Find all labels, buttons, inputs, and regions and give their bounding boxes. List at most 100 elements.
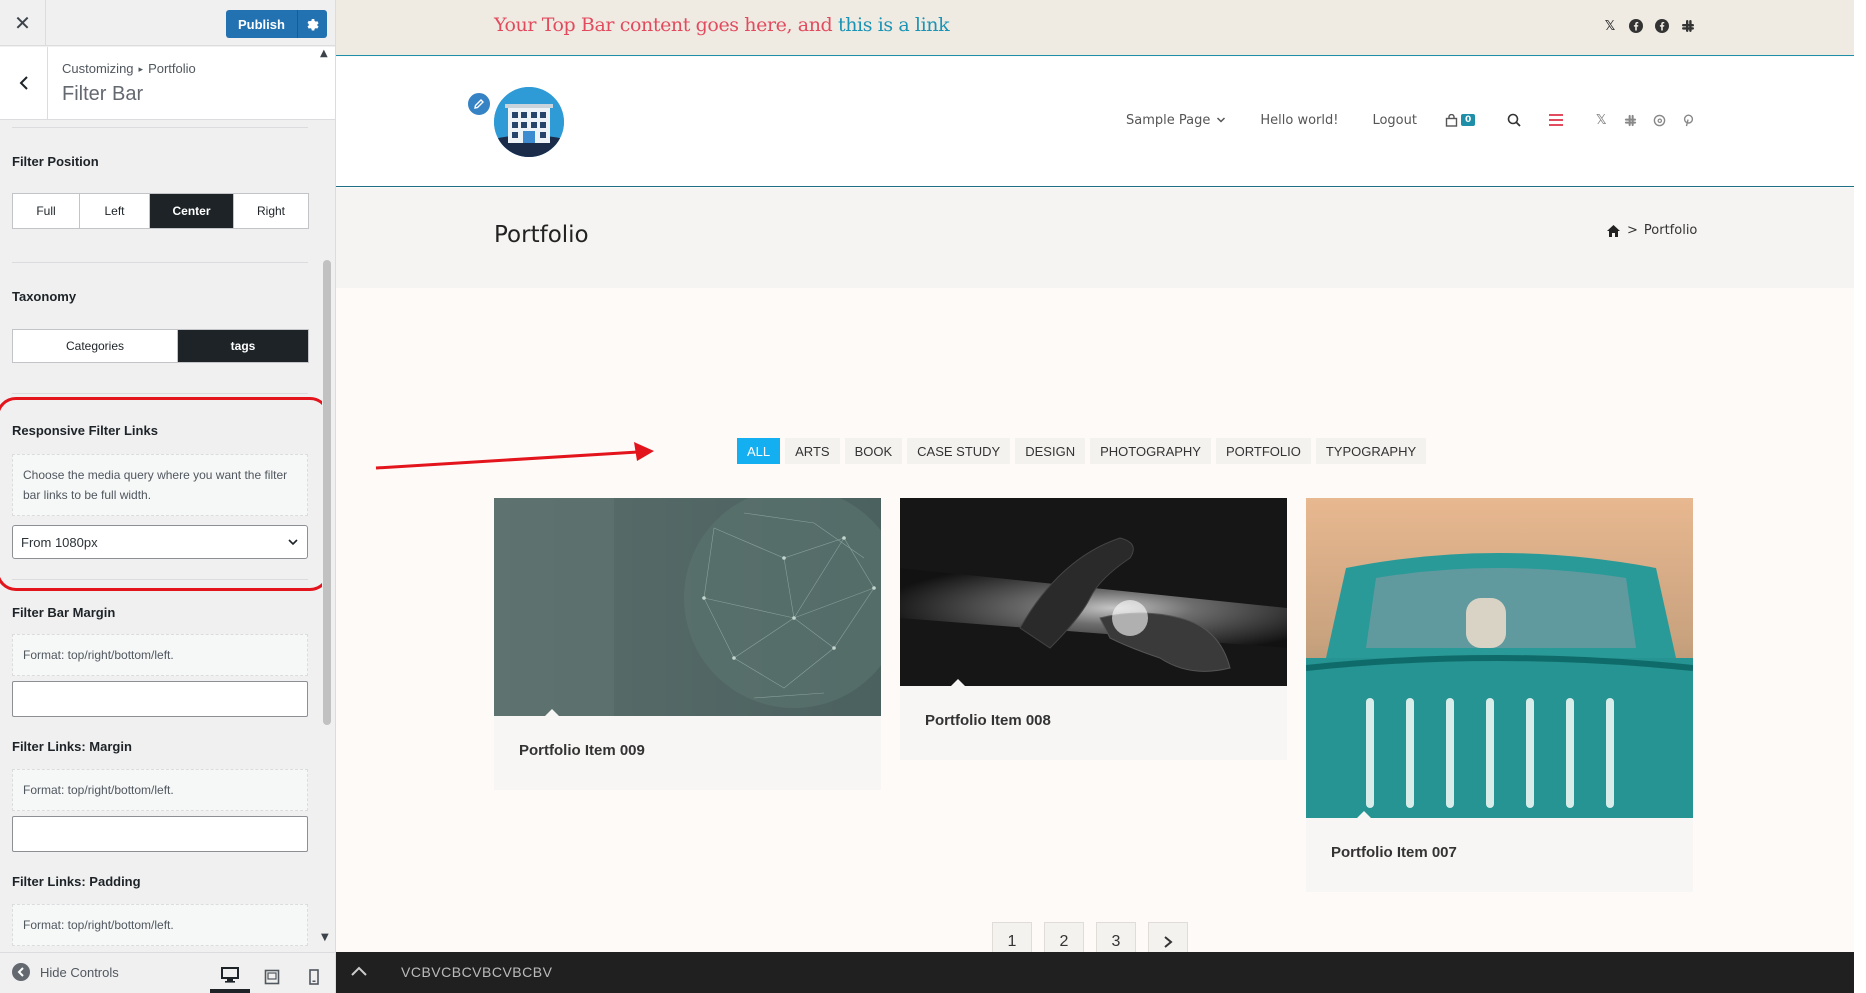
portfolio-item-card[interactable]: Portfolio Item 009 [494, 498, 881, 790]
portfolio-item-title[interactable]: Portfolio Item 009 [519, 742, 645, 759]
chevron-down-icon [1217, 117, 1226, 123]
chevron-right-icon [1164, 936, 1173, 948]
taxonomy-label: Taxonomy [12, 289, 77, 304]
filter-link-all[interactable]: ALL [737, 438, 781, 464]
filter-link-book[interactable]: BOOK [844, 438, 903, 464]
filter-link-photography[interactable]: PHOTOGRAPHY [1090, 438, 1211, 464]
publish-button[interactable]: Publish [226, 10, 297, 38]
bottom-bar-text: VCBVCBCVBCVBCBV [401, 964, 553, 980]
filter-link-typography[interactable]: TYPOGRAPHY [1315, 438, 1427, 464]
x-icon[interactable]: 𝕏 [1602, 18, 1618, 34]
bottom-bar: VCBVCBCVBCVBCBV [336, 952, 1854, 993]
top-bar-social: 𝕏 [1602, 18, 1696, 34]
filter-link-case-study[interactable]: CASE STUDY [907, 438, 1011, 464]
chevron-left-icon [19, 76, 28, 90]
shopping-bag-icon [1445, 113, 1458, 127]
page-header: Portfolio > Portfolio [336, 188, 1854, 288]
back-button[interactable] [0, 47, 48, 119]
filter-link-portfolio[interactable]: PORTFOLIO [1215, 438, 1311, 464]
publish-group: Publish [226, 10, 327, 38]
scroll-down-arrow[interactable]: ▼ [321, 932, 329, 943]
top-bar-link[interactable]: this is a link [838, 14, 950, 36]
site-logo[interactable] [494, 87, 564, 157]
close-icon: ✕ [14, 11, 31, 35]
search-icon [1507, 113, 1521, 127]
pencil-icon [474, 99, 484, 109]
filter-links-padding-description: Format: top/right/bottom/left. [12, 904, 308, 946]
filter-bar-margin-label: Filter Bar Margin [12, 605, 116, 620]
filter-link-design[interactable]: DESIGN [1015, 438, 1086, 464]
preview-tablet-button[interactable] [252, 961, 292, 993]
card-notch [950, 679, 966, 686]
slack-icon[interactable] [1680, 18, 1696, 34]
hamburger-icon [1549, 114, 1564, 126]
scroll-up-arrow[interactable]: ▲ [320, 48, 328, 59]
portfolio-item-title[interactable]: Portfolio Item 008 [925, 712, 1051, 729]
portfolio-filter-bar: ALL ARTS BOOK CASE STUDY DESIGN PHOTOGRA… [737, 438, 1427, 464]
breadcrumb-separator: > [1627, 223, 1638, 238]
annotation-arrow [375, 442, 654, 470]
x-icon[interactable]: 𝕏 [1593, 112, 1609, 128]
home-icon[interactable] [1606, 224, 1621, 238]
taxonomy-tags[interactable]: tags [178, 330, 308, 362]
desktop-icon [221, 967, 239, 983]
preview-desktop-button[interactable] [210, 961, 250, 993]
close-customizer-button[interactable]: ✕ [0, 0, 46, 46]
filter-links-margin-input[interactable] [12, 816, 308, 852]
vintage-car-image [1306, 498, 1693, 818]
card-notch [544, 709, 560, 716]
building-icon [494, 87, 564, 157]
cart-button[interactable]: 0 [1445, 113, 1476, 127]
top-bar: Your Top Bar content goes here, and this… [336, 0, 1854, 56]
edit-logo-button[interactable] [466, 91, 492, 117]
portfolio-item-card[interactable]: Portfolio Item 007 [1306, 498, 1693, 892]
section-title: Filter Bar [62, 83, 144, 105]
section-header: Customizing ▸ Portfolio Filter Bar [0, 47, 335, 120]
nav-item-hello-world[interactable]: Hello world! [1260, 113, 1338, 128]
filter-position-right[interactable]: Right [234, 194, 308, 228]
threads-icon[interactable] [1651, 112, 1667, 128]
tablet-icon [264, 969, 280, 985]
customizer-breadcrumb: Customizing ▸ Portfolio [62, 61, 196, 76]
divider [12, 127, 308, 128]
slack-icon[interactable] [1622, 112, 1638, 128]
collapse-icon [12, 963, 30, 981]
divider [12, 393, 308, 394]
breadcrumb-separator: ▸ [138, 64, 144, 74]
menu-button[interactable] [1549, 114, 1564, 126]
nav-item-label: Sample Page [1126, 112, 1211, 128]
top-bar-content: Your Top Bar content goes here, and this… [494, 14, 950, 36]
cart-count-badge: 0 [1460, 114, 1476, 126]
portfolio-item-image[interactable] [494, 498, 881, 716]
mobile-icon [309, 969, 319, 985]
portfolio-item-image[interactable] [900, 498, 1287, 686]
customizer-footer: Hide Controls [0, 952, 335, 993]
facebook-icon[interactable] [1628, 18, 1644, 34]
card-notch [1356, 811, 1372, 818]
nav-item-logout[interactable]: Logout [1372, 113, 1417, 128]
nav-item-sample-page[interactable]: Sample Page [1126, 113, 1226, 128]
filter-position-center[interactable]: Center [150, 194, 234, 228]
search-button[interactable] [1507, 113, 1521, 127]
filter-position-full[interactable]: Full [13, 194, 80, 228]
facebook-icon[interactable] [1654, 18, 1670, 34]
filter-links-margin-description: Format: top/right/bottom/left. [12, 769, 308, 811]
filter-position-left[interactable]: Left [80, 194, 150, 228]
page-breadcrumb: > Portfolio [1606, 223, 1697, 238]
preview-mobile-button[interactable] [294, 961, 334, 993]
filter-bar-margin-input[interactable] [12, 681, 308, 717]
filter-links-padding-label: Filter Links: Padding [12, 874, 141, 889]
hide-controls-label: Hide Controls [40, 964, 119, 980]
portfolio-item-image[interactable] [1306, 498, 1693, 818]
chevron-up-icon[interactable] [350, 964, 368, 978]
portfolio-item-card[interactable]: Portfolio Item 008 [900, 498, 1287, 760]
main-navigation: Sample Page Hello world! Logout 0 𝕏 [1126, 112, 1696, 128]
hide-controls-button[interactable]: Hide Controls [12, 963, 119, 981]
filter-position-buttons: Full Left Center Right [12, 193, 309, 229]
publish-settings-button[interactable] [296, 10, 327, 38]
portfolio-item-title[interactable]: Portfolio Item 007 [1331, 844, 1457, 861]
filter-link-arts[interactable]: ARTS [785, 438, 840, 464]
pinterest-icon[interactable] [1680, 112, 1696, 128]
taxonomy-categories[interactable]: Categories [13, 330, 178, 362]
sidebar-scrollbar[interactable] [323, 260, 331, 725]
